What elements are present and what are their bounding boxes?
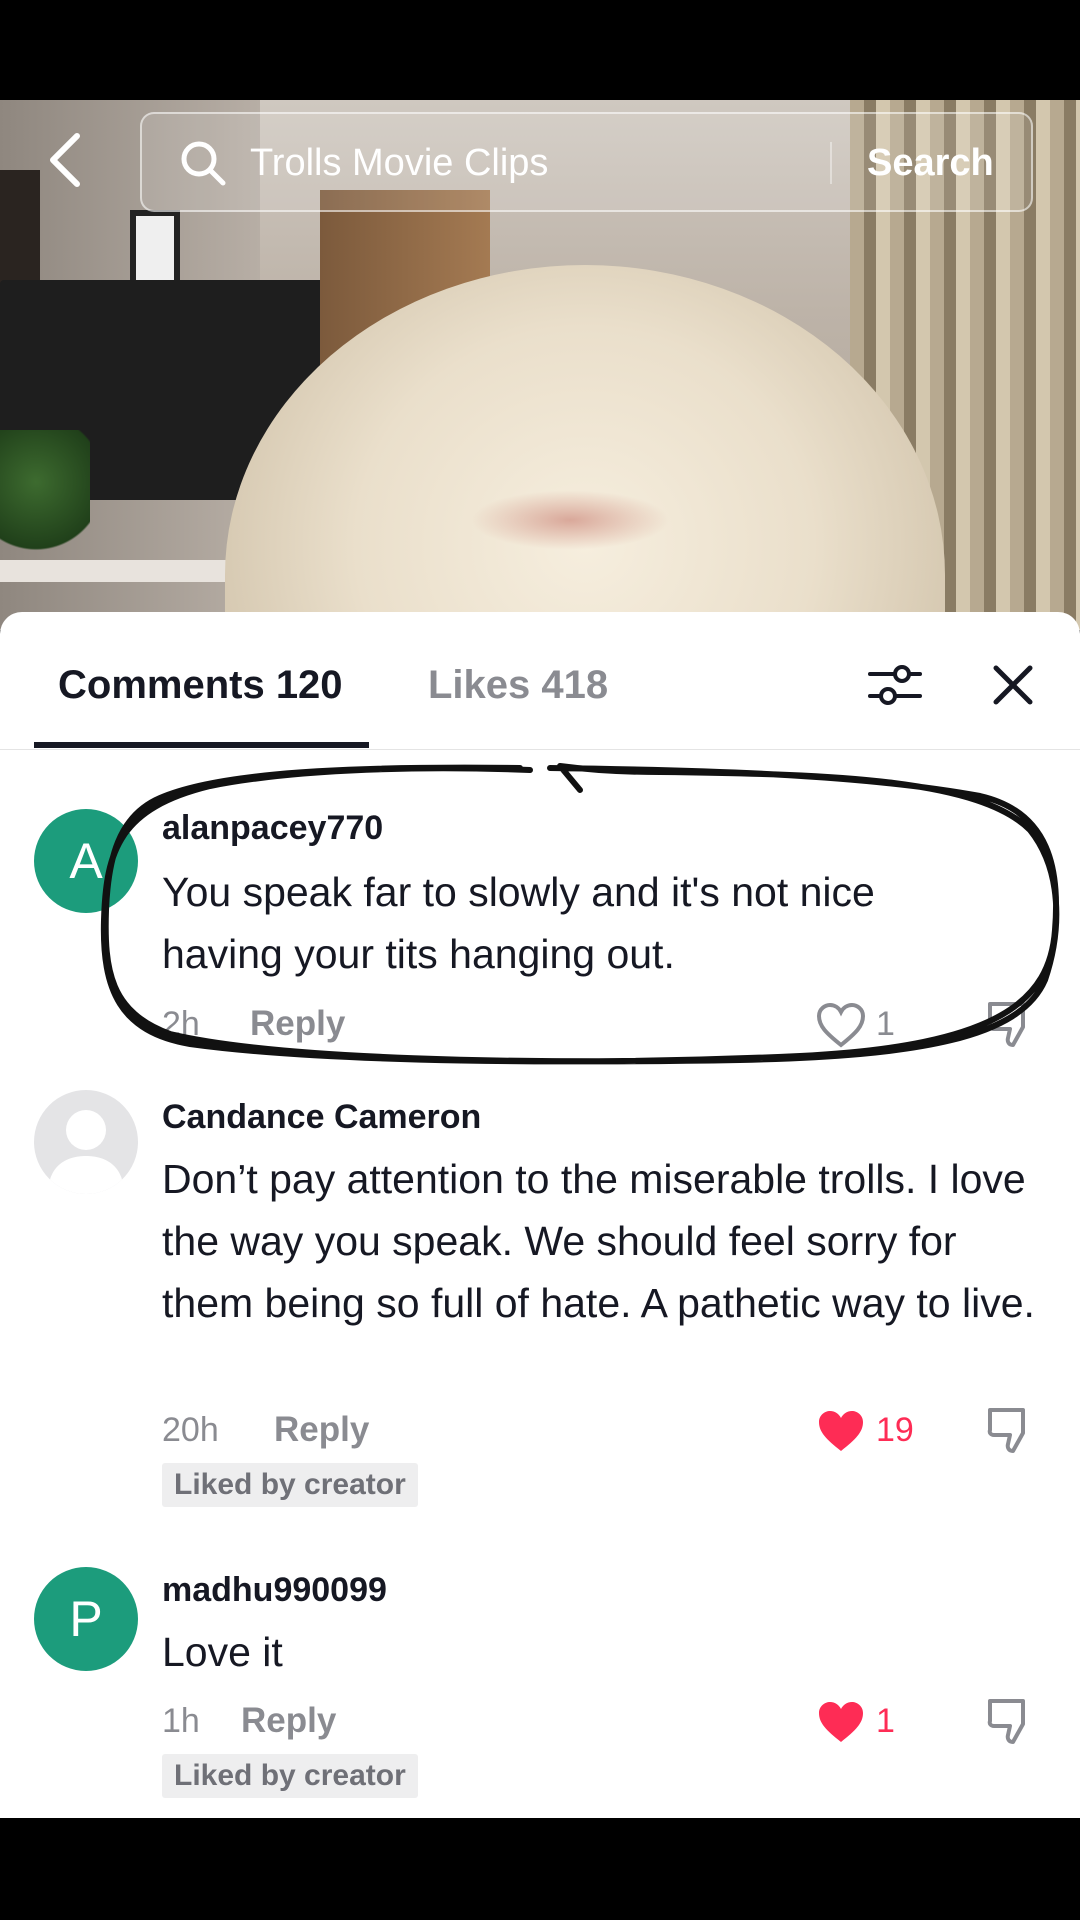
comment-time: 2h	[162, 1005, 200, 1043]
reply-button[interactable]: Reply	[241, 1699, 336, 1743]
default-avatar-icon	[48, 1110, 124, 1194]
avatar-letter: P	[69, 1591, 103, 1647]
filter-icon[interactable]	[866, 658, 924, 712]
dislike-icon[interactable]	[985, 1405, 1035, 1455]
active-tab-indicator	[34, 742, 369, 748]
comment-item: P madhu990099 Love it 1h Reply 1 Liked b…	[0, 1567, 1080, 1817]
liked-by-creator-badge: Liked by creator	[162, 1463, 418, 1507]
search-query[interactable]: Trolls Movie Clips	[250, 138, 548, 188]
status-bar	[0, 0, 1080, 100]
comment-text: You speak far to slowly and it's not nic…	[162, 869, 875, 977]
comment-item: A alanpacey770 You speak far to slowly a…	[0, 797, 1080, 1067]
comment-time: 1h	[162, 1702, 200, 1740]
avatar-letter: A	[69, 833, 103, 889]
navigation-bar	[0, 1818, 1080, 1920]
back-button[interactable]	[40, 130, 90, 190]
heart-icon[interactable]	[816, 1002, 866, 1048]
comment-username[interactable]: madhu990099	[162, 1569, 387, 1611]
tab-likes[interactable]: Likes 418	[428, 660, 608, 710]
back-arrow-icon	[50, 133, 80, 187]
comment-text: Love it	[162, 1629, 283, 1675]
comments-sheet: Comments 120 Likes 418 A alanpacey770 Yo…	[0, 612, 1080, 1818]
search-button[interactable]: Search	[867, 138, 994, 188]
reply-button[interactable]: Reply	[250, 1002, 345, 1046]
search-divider	[830, 142, 832, 184]
like-count: 1	[876, 1702, 895, 1740]
like-count: 19	[876, 1411, 914, 1449]
avatar[interactable]: P	[34, 1567, 138, 1671]
dislike-icon[interactable]	[985, 999, 1035, 1049]
dislike-icon[interactable]	[985, 1696, 1035, 1746]
comment-username[interactable]: Candance Cameron	[162, 1096, 481, 1138]
heart-icon[interactable]	[816, 1699, 866, 1745]
search-icon	[181, 141, 226, 186]
comment-username[interactable]: alanpacey770	[162, 807, 383, 849]
avatar[interactable]	[34, 1090, 138, 1194]
heart-icon[interactable]	[816, 1408, 866, 1454]
close-icon[interactable]	[986, 658, 1040, 712]
liked-by-creator-badge: Liked by creator	[162, 1754, 418, 1798]
comment-item: Candance Cameron Don’t pay attention to …	[0, 1090, 1080, 1510]
search-bar[interactable]: Trolls Movie Clips Search	[140, 112, 1033, 212]
comment-text: Don’t pay attention to the miserable tro…	[162, 1156, 1035, 1326]
comment-time: 20h	[162, 1411, 219, 1449]
like-count: 1	[876, 1005, 895, 1043]
reply-button[interactable]: Reply	[274, 1408, 369, 1452]
tab-comments[interactable]: Comments 120	[58, 660, 343, 710]
sheet-tabs: Comments 120 Likes 418	[0, 612, 1080, 750]
avatar[interactable]: A	[34, 809, 138, 913]
